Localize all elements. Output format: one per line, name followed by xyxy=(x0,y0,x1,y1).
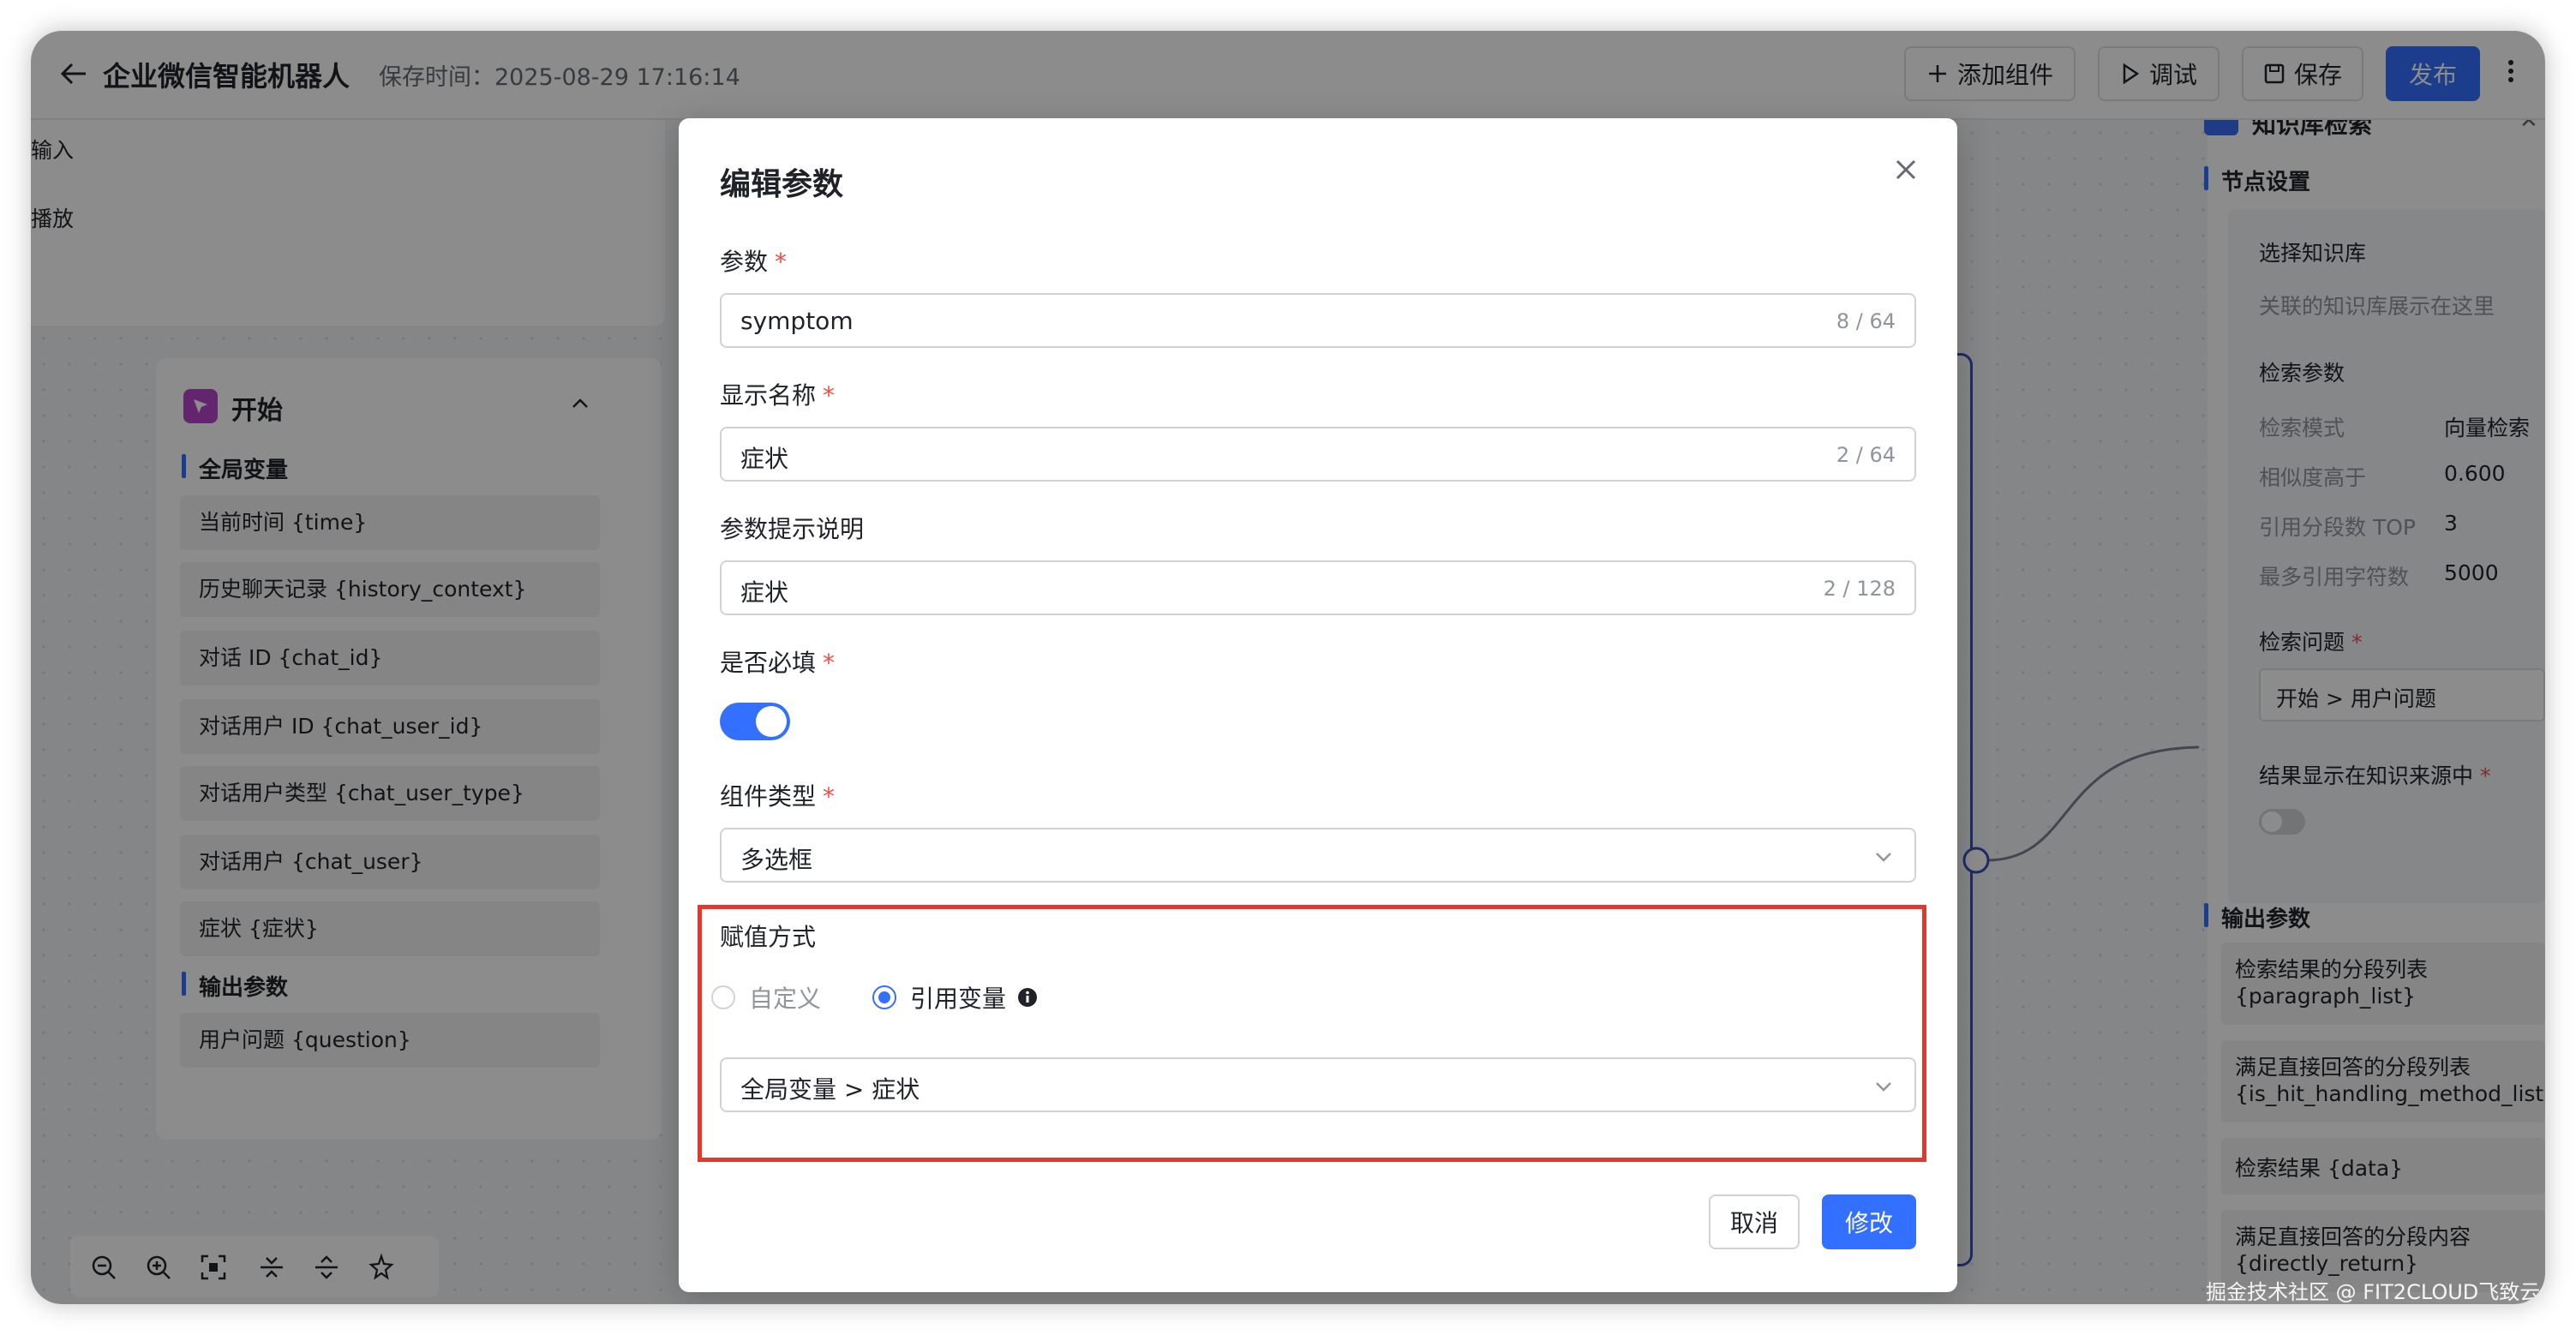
param-input[interactable]: symptom 8 / 64 xyxy=(720,293,1916,348)
app-window: 输入 播放 开始 全局变量 当前时间 {time} 历史聊天记录 {histor… xyxy=(31,31,2545,1304)
radio-circle xyxy=(711,985,735,1009)
info-icon[interactable] xyxy=(1016,986,1039,1009)
display-name-value: 症状 xyxy=(740,445,789,473)
hint-char-count: 2 / 128 xyxy=(1823,577,1896,601)
display-name-label: 显示名称 * xyxy=(720,377,835,411)
param-label-text: 参数 xyxy=(720,248,769,276)
required-mark: * xyxy=(823,782,836,811)
cancel-label: 取消 xyxy=(1729,1209,1778,1237)
display-name-label-text: 显示名称 xyxy=(720,381,817,410)
component-type-label: 组件类型 * xyxy=(720,778,835,812)
dialog-title: 编辑参数 xyxy=(720,167,844,202)
required-mark: * xyxy=(775,248,788,276)
ref-var-select[interactable]: 全局变量 > 症状 xyxy=(720,1057,1916,1112)
highlight-box xyxy=(698,905,1926,1162)
confirm-button[interactable]: 修改 xyxy=(1822,1194,1916,1249)
param-input-value: symptom xyxy=(740,307,854,335)
hint-label: 参数提示说明 xyxy=(720,515,865,543)
watermark: 掘金技术社区 @ FIT2CLOUD飞致云 xyxy=(2206,1280,2541,1304)
component-type-select[interactable]: 多选框 xyxy=(720,828,1916,883)
confirm-label: 修改 xyxy=(1844,1209,1893,1237)
ref-var-value: 全局变量 > 症状 xyxy=(740,1075,920,1104)
display-name-input[interactable]: 症状 2 / 64 xyxy=(720,427,1916,482)
required-label: 是否必填 * xyxy=(720,644,835,679)
param-char-count: 8 / 64 xyxy=(1836,309,1896,333)
chevron-down-icon xyxy=(1876,1082,1891,1092)
radio-circle-selected xyxy=(872,985,896,1009)
required-toggle[interactable] xyxy=(720,703,790,740)
toggle-knob xyxy=(756,706,787,737)
param-label: 参数 * xyxy=(720,243,787,278)
assign-method-label: 赋值方式 xyxy=(720,923,817,951)
hint-value: 症状 xyxy=(740,578,789,607)
chevron-down-icon xyxy=(1876,853,1891,862)
display-name-char-count: 2 / 64 xyxy=(1836,443,1896,467)
radio-custom-label: 自定义 xyxy=(749,985,822,1013)
required-label-text: 是否必填 xyxy=(720,649,817,677)
radio-ref-var[interactable]: 引用变量 xyxy=(872,982,1039,1013)
component-type-label-text: 组件类型 xyxy=(720,782,817,811)
component-type-value: 多选框 xyxy=(740,846,813,874)
required-mark: * xyxy=(823,649,836,677)
radio-custom[interactable]: 自定义 xyxy=(711,982,821,1013)
cancel-button[interactable]: 取消 xyxy=(1709,1194,1800,1249)
hint-input[interactable]: 症状 2 / 128 xyxy=(720,560,1916,615)
radio-ref-var-label: 引用变量 xyxy=(910,985,1007,1013)
required-mark: * xyxy=(823,381,836,410)
edit-param-dialog: 编辑参数 参数 * symptom 8 / 64 显示名称 * 症状 2 / 64 … xyxy=(679,118,1957,1292)
close-icon[interactable] xyxy=(1890,154,1921,185)
